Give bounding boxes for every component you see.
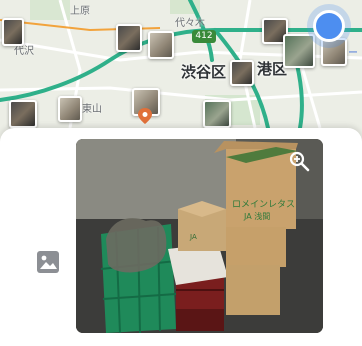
photo-preview[interactable]: JA ロメインレタス JA 浅間 (76, 139, 323, 333)
map-photo-thumbnail[interactable] (321, 38, 347, 66)
current-location-marker[interactable] (313, 10, 345, 42)
map-label-shibuya: 渋谷区 (181, 63, 227, 81)
box-brand-label-2: JA 浅間 (243, 211, 270, 221)
map-photo-thumbnail[interactable] (203, 100, 231, 128)
map-photo-thumbnail[interactable] (148, 31, 174, 59)
map-photo-thumbnail[interactable] (230, 60, 254, 86)
map-photo-thumbnail[interactable] (116, 24, 142, 52)
map-label-uehara: 上原 (70, 6, 90, 17)
map-photo-thumbnail[interactable] (283, 34, 315, 68)
map-pin-icon[interactable] (137, 108, 153, 124)
map-label-higashiyama: 東山 (82, 104, 102, 115)
image-icon (37, 251, 59, 273)
small-box-label: JA (189, 233, 197, 241)
route-412-badge: 412 (192, 30, 216, 43)
map-photo-thumbnail[interactable] (58, 96, 82, 122)
map-photo-thumbnail[interactable] (2, 18, 24, 46)
zoom-in-icon[interactable] (288, 150, 310, 172)
map-label-yoyogi: 代々木 (175, 18, 205, 29)
map-photo-thumbnail[interactable] (9, 100, 37, 128)
box-brand-label: ロメインレタス (232, 199, 295, 210)
